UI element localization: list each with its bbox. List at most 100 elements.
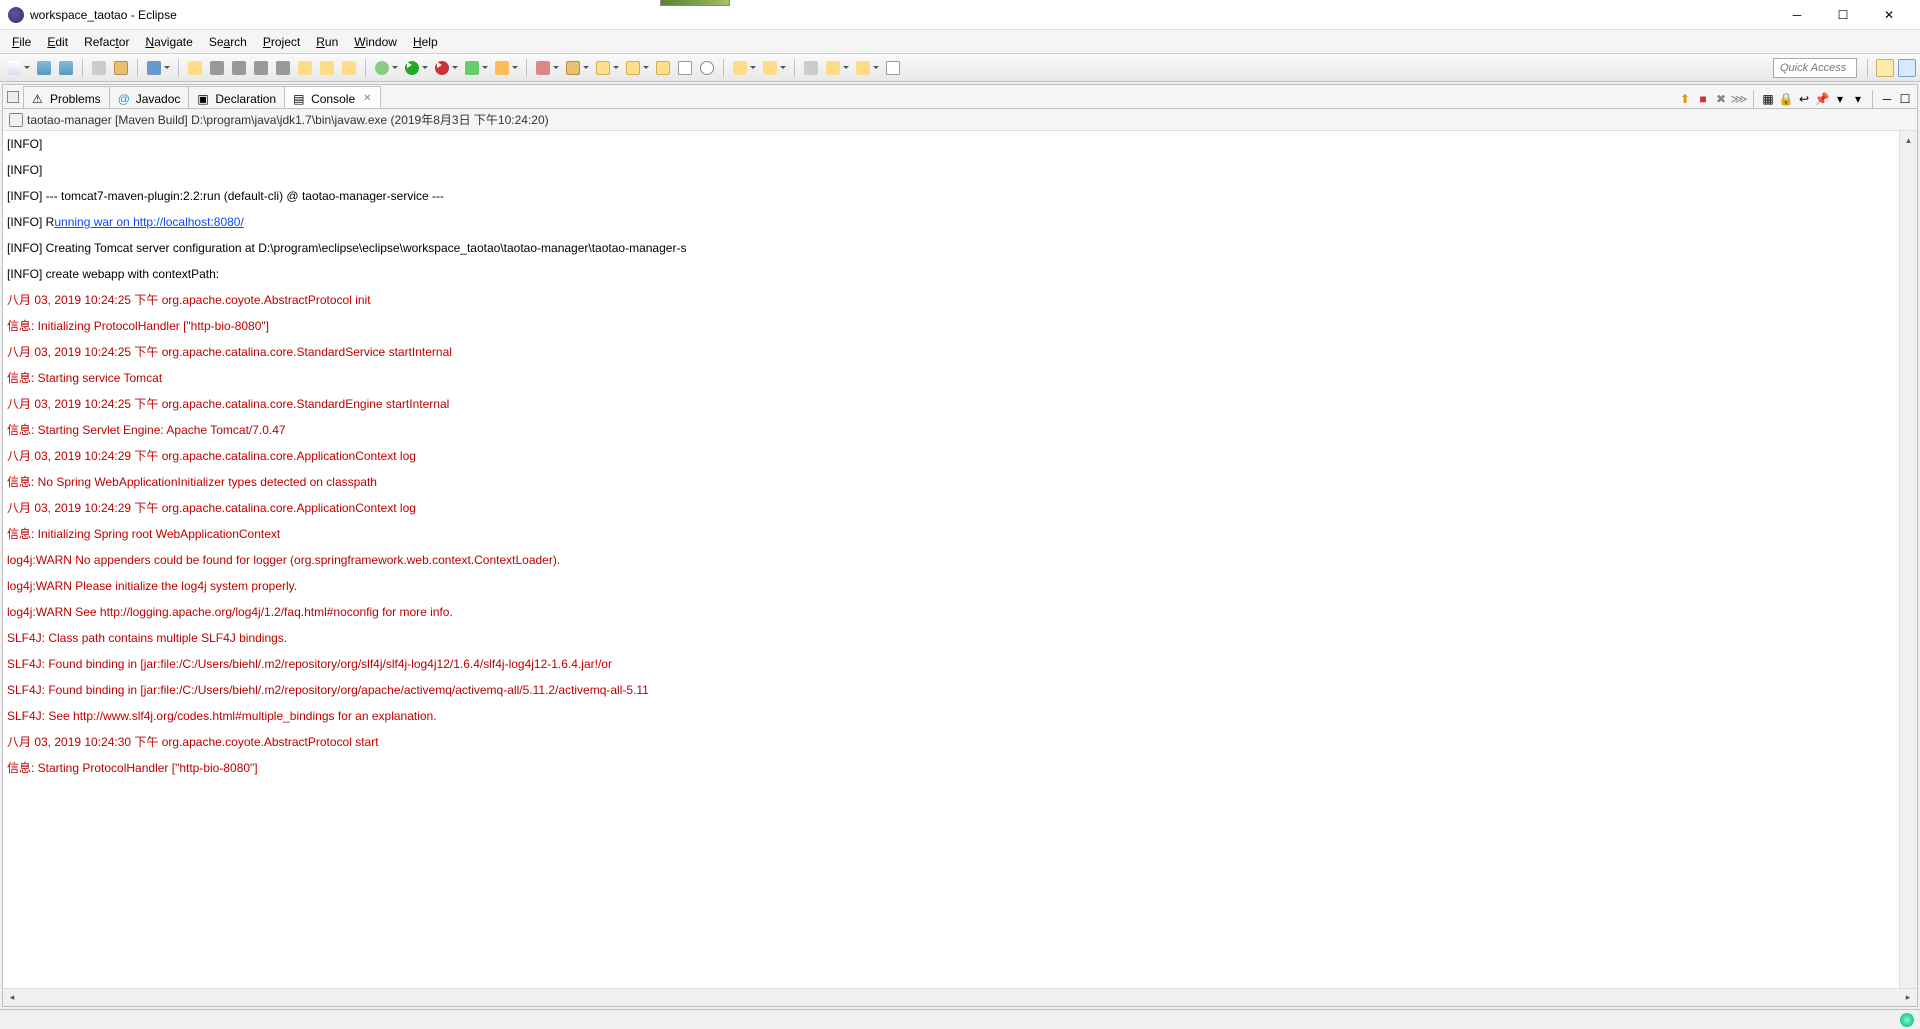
menu-file[interactable]: File <box>4 32 39 52</box>
new-plugin-button[interactable] <box>593 58 613 78</box>
perspective-button-1[interactable] <box>1876 59 1894 77</box>
debug-button[interactable] <box>372 58 392 78</box>
menu-window[interactable]: Window <box>346 32 405 52</box>
step-over-icon <box>320 61 334 75</box>
bug-icon <box>375 61 389 75</box>
console-open-button[interactable]: ▾ <box>1850 91 1866 107</box>
terminate-button[interactable] <box>251 58 271 78</box>
run-button[interactable] <box>402 58 422 78</box>
suspend-button[interactable] <box>229 58 249 78</box>
save-all-button[interactable] <box>56 58 76 78</box>
menu-project[interactable]: Project <box>255 32 308 52</box>
toolbar-separator <box>82 59 83 77</box>
console-line: 八月 03, 2019 10:24:30 下午 org.apache.coyot… <box>7 729 1913 755</box>
tab-problems[interactable]: ⚠ Problems <box>23 86 110 108</box>
maximize-button[interactable]: ☐ <box>1820 0 1866 30</box>
toggle-button[interactable] <box>89 58 109 78</box>
views-tabrow: ⚠ Problems @ Javadoc ▣ Declaration ▤ Con… <box>3 85 1917 109</box>
toolbar-separator <box>526 59 527 77</box>
console-clear-button[interactable]: ▦ <box>1760 91 1776 107</box>
scroll-right-icon[interactable]: ▸ <box>1899 992 1917 1003</box>
forward-button[interactable] <box>853 58 873 78</box>
console-hyperlink[interactable]: unning war on http://localhost:8080/ <box>54 215 243 229</box>
external-tools-button[interactable] <box>492 58 512 78</box>
content-area: ⚠ Problems @ Javadoc ▣ Declaration ▤ Con… <box>2 84 1918 1007</box>
tab-label: Problems <box>50 92 101 106</box>
last-edit-button[interactable] <box>801 58 821 78</box>
pin-button[interactable] <box>883 58 903 78</box>
close-button[interactable]: ✕ <box>1866 0 1912 30</box>
titlebar: workspace_taotao - Eclipse ─ ☐ ✕ <box>0 0 1920 30</box>
annotation-next-button[interactable] <box>760 58 780 78</box>
scroll-up-icon[interactable]: ▴ <box>1900 131 1917 149</box>
horizontal-scrollbar[interactable]: ◂ ▸ <box>3 988 1917 1006</box>
tab-label: Console <box>311 92 355 106</box>
statusbar <box>0 1009 1920 1029</box>
back-button[interactable] <box>823 58 843 78</box>
javadoc-icon: @ <box>118 92 132 106</box>
console-minimize-button[interactable]: ─ <box>1879 91 1895 107</box>
last-edit-icon <box>804 61 818 75</box>
step-into-button[interactable] <box>295 58 315 78</box>
save-button[interactable] <box>34 58 54 78</box>
console-output[interactable]: ▴ [INFO][INFO][INFO] --- tomcat7-maven-p… <box>3 131 1917 988</box>
console-pin-button[interactable]: 📌 <box>1814 91 1830 107</box>
skip-button[interactable] <box>185 58 205 78</box>
open-task-button[interactable] <box>653 58 673 78</box>
run-last-button[interactable] <box>462 58 482 78</box>
disconnect-button[interactable] <box>273 58 293 78</box>
search-button[interactable] <box>697 58 717 78</box>
launch-description: taotao-manager [Maven Build] D:\program\… <box>27 111 549 128</box>
menu-edit[interactable]: Edit <box>39 32 76 52</box>
console-line: [INFO] --- tomcat7-maven-plugin:2.2:run … <box>7 183 1913 209</box>
console-line: [INFO] <box>7 157 1913 183</box>
menu-navigate[interactable]: Navigate <box>137 32 200 52</box>
console-line: [INFO] Creating Tomcat server configurat… <box>7 235 1913 261</box>
tab-declaration[interactable]: ▣ Declaration <box>188 86 285 108</box>
scroll-left-icon[interactable]: ◂ <box>3 992 21 1003</box>
console-terminate-button[interactable]: ■ <box>1695 91 1711 107</box>
resume-button[interactable] <box>207 58 227 78</box>
new-button[interactable] <box>4 58 24 78</box>
plus-icon: ▾ <box>1855 92 1861 106</box>
menu-refactor[interactable]: Refactor <box>76 32 137 52</box>
quick-access-input[interactable] <box>1773 58 1857 78</box>
build-button[interactable] <box>111 58 131 78</box>
menu-search[interactable]: Search <box>201 32 255 52</box>
menu-run[interactable]: Run <box>308 32 346 52</box>
open-type-button[interactable] <box>623 58 643 78</box>
coverage-button[interactable] <box>432 58 452 78</box>
console-line: [INFO] Running war on http://localhost:8… <box>7 209 1913 235</box>
console-scroll-lock-button[interactable]: 🔒 <box>1778 91 1794 107</box>
menu-help[interactable]: Help <box>405 32 446 52</box>
console-remove-button[interactable]: ✖ <box>1713 91 1729 107</box>
tab-javadoc[interactable]: @ Javadoc <box>109 86 190 108</box>
console-remove-all-button[interactable]: ⋙ <box>1731 91 1747 107</box>
tab-close-icon[interactable]: ✕ <box>363 93 371 104</box>
save-all-icon <box>59 61 73 75</box>
server-button[interactable] <box>144 58 164 78</box>
new-class-button[interactable] <box>563 58 583 78</box>
vertical-scrollbar[interactable]: ▴ <box>1899 131 1917 988</box>
window-title: workspace_taotao - Eclipse <box>30 8 1774 22</box>
console-up-button[interactable]: ⬆ <box>1677 91 1693 107</box>
console-word-wrap-button[interactable]: ↩ <box>1796 91 1812 107</box>
console-maximize-button[interactable]: ☐ <box>1897 91 1913 107</box>
save-icon <box>37 61 51 75</box>
toolbar-separator <box>178 59 179 77</box>
file-button[interactable] <box>675 58 695 78</box>
perspective-button-2[interactable] <box>1898 59 1916 77</box>
new-java-button[interactable] <box>533 58 553 78</box>
console-actions: ⬆ ■ ✖ ⋙ ▦ 🔒 ↩ 📌 ▾ ▾ ─ ☐ <box>1677 90 1917 108</box>
tab-console[interactable]: ▤ Console ✕ <box>284 86 380 108</box>
step-return-button[interactable] <box>339 58 359 78</box>
console-display-button[interactable]: ▾ <box>1832 91 1848 107</box>
console-line: 信息: Starting Servlet Engine: Apache Tomc… <box>7 417 1913 443</box>
stop-icon: ■ <box>1699 92 1706 106</box>
minimize-button[interactable]: ─ <box>1774 0 1820 30</box>
annotation-prev-button[interactable] <box>730 58 750 78</box>
step-over-button[interactable] <box>317 58 337 78</box>
skip-icon <box>188 61 202 75</box>
console-line: [INFO] create webapp with contextPath: <box>7 261 1913 287</box>
globe-icon[interactable] <box>1900 1013 1914 1027</box>
